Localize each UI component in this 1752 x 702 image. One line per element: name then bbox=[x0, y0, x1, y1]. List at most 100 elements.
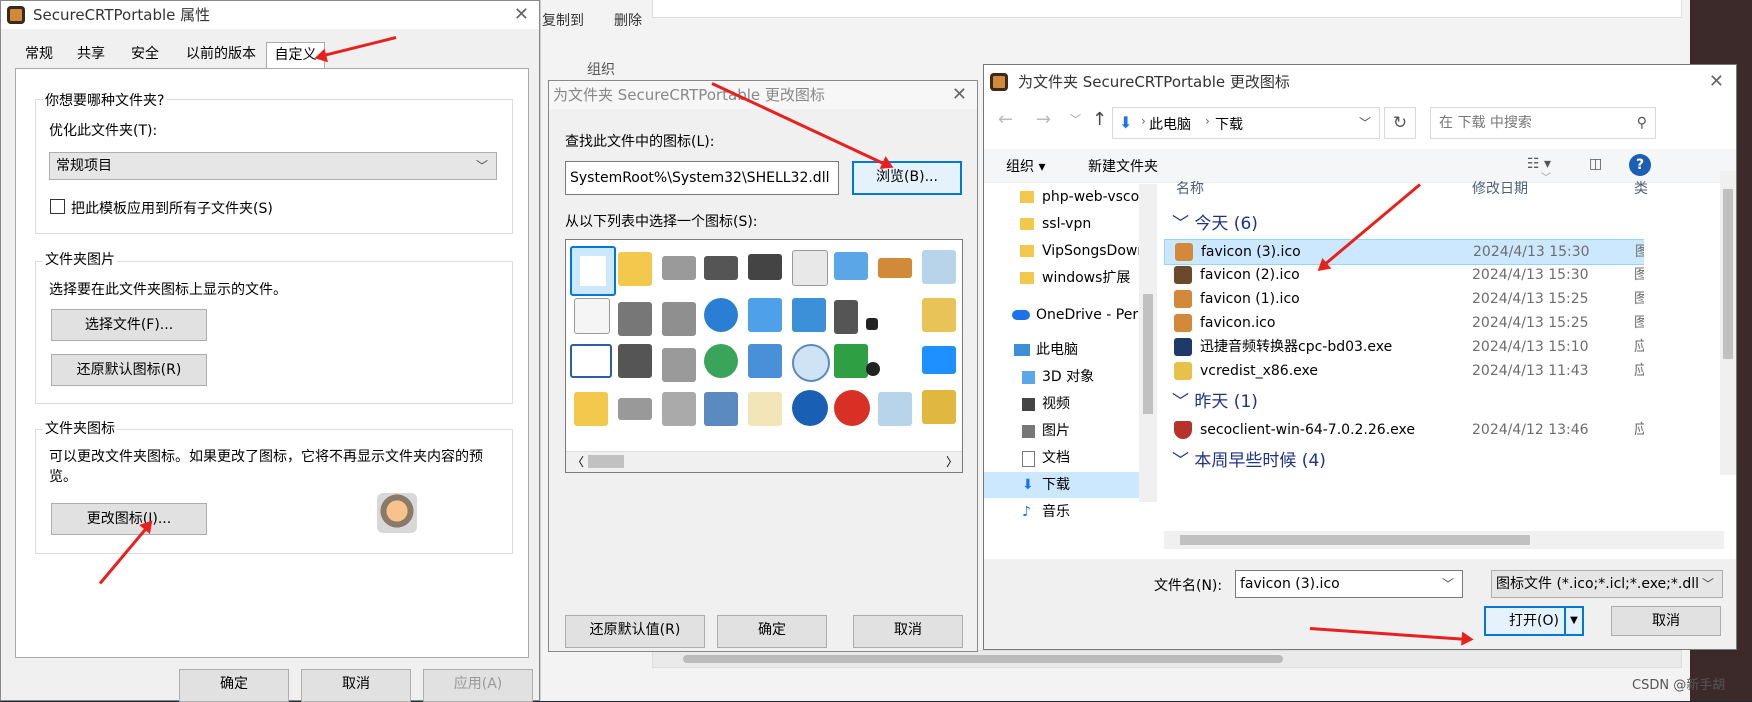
navigation-tree[interactable]: php-web-vscode ssl-vpn VipSongsDown wind… bbox=[984, 184, 1156, 524]
tree-item-music[interactable]: ♪ 音乐 bbox=[984, 499, 1139, 524]
file-row[interactable]: favicon (3).ico 2024/4/13 15:30 图 bbox=[1164, 239, 1644, 265]
copy-to-button[interactable]: 复制到 bbox=[542, 10, 584, 30]
close-icon[interactable]: ✕ bbox=[514, 1, 529, 29]
scroll-left-icon[interactable]: 〈 bbox=[572, 453, 584, 470]
file-row[interactable]: favicon (2).ico 2024/4/13 15:30 图 bbox=[1164, 263, 1644, 287]
folder-icon[interactable] bbox=[618, 252, 652, 286]
file-list-vscroll-thumb[interactable] bbox=[1723, 189, 1733, 359]
clock-document-icon[interactable] bbox=[792, 250, 828, 286]
close-icon[interactable]: ✕ bbox=[952, 81, 967, 109]
folder-icon[interactable] bbox=[574, 392, 608, 426]
folder-settings-icon[interactable] bbox=[922, 298, 956, 332]
refresh-button[interactable]: ↻ bbox=[1384, 107, 1416, 139]
group-header-today[interactable]: ﹀ 今天 (6) bbox=[1172, 209, 1258, 234]
tree-item-downloads[interactable]: ⬇ 下载 bbox=[984, 472, 1139, 498]
optimize-select[interactable]: 常规项目 ﹀ bbox=[49, 152, 497, 180]
network-globe-icon[interactable] bbox=[748, 298, 782, 332]
file-row[interactable]: favicon (1).ico 2024/4/13 15:25 图 bbox=[1164, 287, 1644, 311]
apply-button[interactable]: 应用(A) bbox=[423, 669, 533, 702]
tab-previous-versions[interactable]: 以前的版本 bbox=[175, 42, 267, 67]
tree-item-ssl-vpn[interactable]: ssl-vpn bbox=[984, 211, 1139, 237]
globe-icon[interactable] bbox=[704, 298, 738, 332]
browse-button[interactable]: 浏览(B)... bbox=[852, 161, 962, 195]
help-icon[interactable] bbox=[792, 390, 828, 426]
restore-default-icon-button[interactable]: 还原默认图标(R) bbox=[51, 354, 207, 386]
search-icon[interactable] bbox=[792, 344, 830, 382]
tree-item-documents[interactable]: 文档 bbox=[984, 445, 1139, 471]
cancel-button[interactable]: 取消 bbox=[1611, 606, 1721, 636]
blank-document-icon[interactable] bbox=[570, 246, 616, 296]
file-list[interactable]: ﹀ 今天 (6) favicon (3).ico 2024/4/13 15:30… bbox=[1164, 205, 1644, 501]
desktop-icon[interactable] bbox=[922, 346, 956, 374]
scroll-right-icon[interactable]: 〉 bbox=[946, 453, 958, 470]
chevron-down-icon[interactable]: ﹀ bbox=[1442, 571, 1454, 597]
breadcrumb-this-pc[interactable]: 此电脑 bbox=[1149, 114, 1191, 134]
drive-icon[interactable] bbox=[618, 398, 652, 420]
chevron-down-icon[interactable]: ﹀ bbox=[1359, 114, 1371, 131]
help-icon[interactable]: ? bbox=[1629, 154, 1651, 176]
filetype-select[interactable]: 图标文件 (*.ico;*.icl;*.exe;*.dll ﹀ bbox=[1491, 570, 1723, 598]
choose-file-button[interactable]: 选择文件(F)... bbox=[51, 309, 207, 341]
window-icon[interactable] bbox=[834, 252, 868, 280]
change-icon-button[interactable]: 更改图标(I)... bbox=[51, 503, 207, 535]
column-header-name[interactable]: 名称 bbox=[1176, 178, 1204, 198]
tree-item-3d-objects[interactable]: 3D 对象 bbox=[984, 364, 1139, 390]
network-globe-icon[interactable] bbox=[704, 344, 738, 378]
grid-document-icon[interactable] bbox=[748, 392, 782, 426]
icon-list-hscroll-thumb[interactable] bbox=[588, 455, 624, 468]
up-button[interactable]: ↑ bbox=[1092, 109, 1107, 130]
filename-input[interactable]: favicon (3).ico ﹀ bbox=[1235, 570, 1463, 598]
server-icon[interactable] bbox=[662, 302, 696, 336]
application-window-icon[interactable] bbox=[570, 344, 612, 378]
group-header-earlier-this-week[interactable]: ﹀ 本周早些时候 (4) bbox=[1172, 446, 1326, 471]
tab-general[interactable]: 常规 bbox=[15, 42, 63, 67]
speaker-icon[interactable] bbox=[834, 300, 858, 334]
background-hscroll[interactable] bbox=[652, 650, 1682, 668]
file-row[interactable]: favicon.ico 2024/4/13 15:25 图 bbox=[1164, 311, 1644, 335]
apply-subfolders-checkbox[interactable] bbox=[50, 199, 65, 214]
preview-pane-icon[interactable]: ◫ bbox=[1589, 156, 1602, 172]
icon-list[interactable]: 〈 〉 bbox=[565, 239, 963, 473]
cancel-button[interactable]: 取消 bbox=[853, 615, 963, 648]
tree-item-videos[interactable]: 视频 bbox=[984, 391, 1139, 417]
floppy-icon[interactable] bbox=[618, 344, 652, 378]
close-icon[interactable]: ✕ bbox=[1709, 65, 1724, 99]
file-row[interactable]: vcredist_x86.exe 2024/4/13 11:43 应 bbox=[1164, 359, 1644, 383]
control-panel-icon[interactable] bbox=[792, 298, 826, 332]
open-split-dropdown[interactable]: ▼ bbox=[1564, 606, 1584, 636]
drive-icon[interactable] bbox=[662, 256, 696, 280]
ok-button[interactable]: 确定 bbox=[179, 669, 289, 702]
text-document-icon[interactable] bbox=[574, 298, 610, 334]
file-list-vscroll[interactable] bbox=[1720, 171, 1736, 475]
forward-button[interactable]: → bbox=[1036, 109, 1051, 130]
organize-menu[interactable]: 组织 ▾ bbox=[1006, 156, 1045, 176]
recycle-bin-icon[interactable] bbox=[922, 250, 956, 284]
group-header-yesterday[interactable]: ﹀ 昨天 (1) bbox=[1172, 387, 1258, 412]
file-list-hscroll[interactable] bbox=[1164, 531, 1724, 549]
tree-item-php-web-vscode[interactable]: php-web-vscode bbox=[984, 184, 1156, 210]
ok-button[interactable]: 确定 bbox=[717, 615, 827, 648]
file-row[interactable]: 迅捷音频转换器cpc-bd03.exe 2024/4/13 15:10 应 bbox=[1164, 335, 1644, 359]
shortcut-icon[interactable] bbox=[866, 318, 878, 330]
handshake-icon[interactable] bbox=[878, 258, 912, 278]
cancel-button[interactable]: 取消 bbox=[301, 669, 411, 702]
tree-item-this-pc[interactable]: 此电脑 bbox=[984, 337, 1139, 363]
printer-icon[interactable] bbox=[748, 254, 782, 280]
new-folder-button[interactable]: 新建文件夹 bbox=[1088, 156, 1158, 176]
file-row[interactable]: secoclient-win-64-7.0.2.26.exe 2024/4/12… bbox=[1164, 418, 1644, 442]
clock-icon[interactable] bbox=[866, 362, 880, 376]
delete-button[interactable]: 删除 bbox=[614, 10, 642, 30]
tree-item-vipsongsdown[interactable]: VipSongsDown bbox=[984, 238, 1146, 264]
tree-item-pictures[interactable]: 图片 bbox=[984, 418, 1139, 444]
tab-security[interactable]: 安全 bbox=[119, 42, 171, 67]
file-list-hscroll-thumb[interactable] bbox=[1180, 535, 1530, 545]
green-arrow-icon[interactable] bbox=[834, 344, 868, 378]
recent-locations-icon[interactable]: ﹀ bbox=[1070, 111, 1081, 127]
cd-drive-icon[interactable] bbox=[662, 392, 696, 426]
computer-icon[interactable] bbox=[704, 392, 738, 426]
breadcrumb-downloads[interactable]: 下载 bbox=[1215, 114, 1243, 134]
column-header-type[interactable]: 类 bbox=[1634, 178, 1648, 198]
disconnected-drive-icon[interactable] bbox=[662, 348, 696, 382]
background-hscroll-thumb[interactable] bbox=[683, 655, 1283, 663]
tab-sharing[interactable]: 共享 bbox=[67, 42, 115, 67]
